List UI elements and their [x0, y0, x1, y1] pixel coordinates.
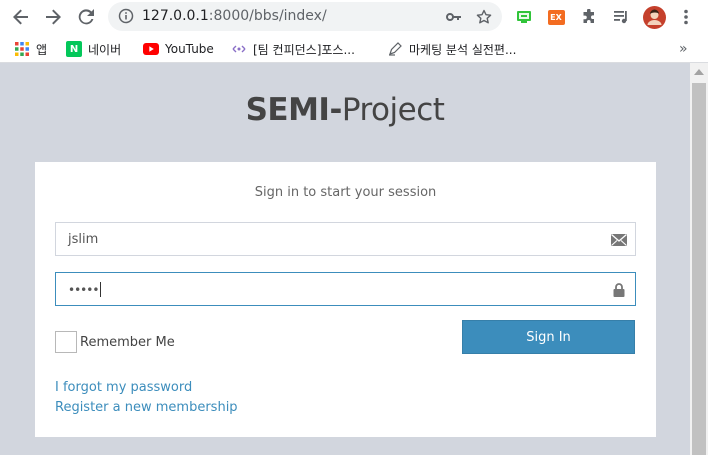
bookmark-team-confidence[interactable]: [팀 컨피던스]포스...	[231, 39, 355, 59]
forgot-password-link[interactable]: I forgot my password	[55, 380, 192, 395]
ex-badge: EX	[547, 9, 565, 25]
bookmark-marketing[interactable]: 마케팅 분석 실전편...	[387, 39, 516, 59]
more-vert-icon[interactable]	[676, 7, 696, 27]
remember-me[interactable]: Remember Me	[55, 331, 175, 353]
url-port: :8000	[208, 8, 250, 24]
bookmark-label: 앱	[36, 42, 48, 57]
logo-bold-text: SEMI-	[245, 92, 343, 128]
register-link[interactable]: Register a new membership	[55, 400, 238, 415]
apps-grid-icon	[14, 41, 30, 57]
username-field[interactable]: jslim	[55, 222, 636, 256]
site-logo[interactable]: SEMI-Project	[0, 92, 690, 128]
ex-extension-icon[interactable]: EX	[546, 7, 566, 27]
password-field[interactable]: •••••	[55, 272, 636, 306]
web-icon	[231, 41, 247, 57]
envelope-icon	[611, 232, 627, 248]
bookmark-youtube[interactable]: YouTube	[143, 39, 214, 59]
password-value: •••••	[68, 283, 99, 297]
bookmark-label: 마케팅 분석 실전편...	[409, 42, 517, 57]
sign-in-button[interactable]: Sign In	[462, 320, 635, 354]
logo-light-text: Project	[341, 92, 445, 128]
username-value: jslim	[68, 232, 99, 247]
forward-button[interactable]	[41, 5, 65, 29]
pen-icon	[387, 41, 403, 57]
info-icon[interactable]	[118, 8, 134, 24]
naver-icon: N	[66, 41, 82, 57]
bookmark-label: 네이버	[88, 42, 122, 57]
remember-me-label[interactable]: Remember Me	[80, 335, 175, 350]
media-queue-icon[interactable]	[611, 7, 631, 27]
bookmark-label: [팀 컨피던스]포스...	[253, 42, 355, 57]
puzzle-icon[interactable]	[579, 7, 599, 27]
bookmarks-bar: 앱 N 네이버 YouTube [팀 컨피던스]포스... 마케팅 분석 실전편…	[0, 34, 708, 63]
key-icon[interactable]	[445, 8, 463, 26]
scrollbar[interactable]	[690, 63, 708, 455]
scroll-up-arrow[interactable]	[694, 69, 704, 75]
arrow-right-icon	[46, 9, 61, 25]
reload-button[interactable]	[74, 5, 98, 29]
browser-toolbar: 127.0.0.1:8000/bbs/index/ EX	[0, 0, 708, 34]
lock-icon	[611, 282, 627, 298]
screen-extension-icon[interactable]	[514, 7, 534, 27]
profile-avatar[interactable]	[642, 5, 666, 29]
remember-me-checkbox[interactable]	[55, 331, 77, 353]
scroll-thumb[interactable]	[692, 83, 706, 455]
login-box-message: Sign in to start your session	[254, 185, 437, 200]
bookmarks-overflow-button[interactable]: »	[679, 39, 688, 59]
text-caret	[100, 282, 101, 297]
url-text[interactable]: 127.0.0.1:8000/bbs/index/	[142, 8, 327, 24]
arrow-left-icon	[13, 9, 28, 25]
star-icon[interactable]	[475, 8, 493, 26]
login-box: Sign in to start your session jslim ••••…	[35, 162, 656, 437]
bookmark-naver[interactable]: N 네이버	[66, 39, 121, 59]
youtube-icon	[143, 41, 159, 57]
address-bar[interactable]: 127.0.0.1:8000/bbs/index/	[108, 2, 502, 31]
back-button[interactable]	[9, 5, 33, 29]
url-host: 127.0.0.1	[142, 8, 209, 24]
url-path: /bbs/index/	[249, 8, 327, 24]
bookmark-apps[interactable]: 앱	[14, 39, 47, 59]
bookmark-label: YouTube	[165, 42, 214, 56]
reload-icon	[78, 9, 94, 25]
